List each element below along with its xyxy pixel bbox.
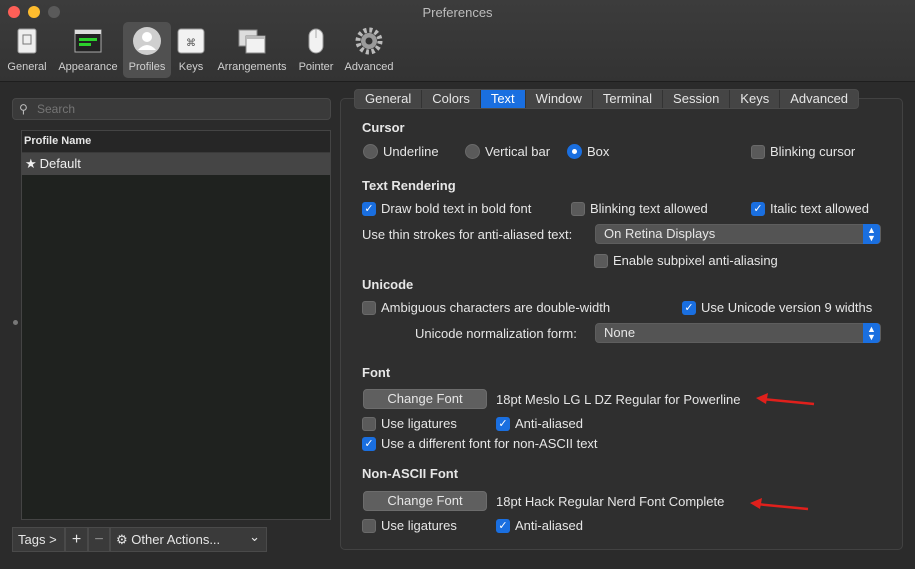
checkbox-label: Draw bold text in bold font — [381, 201, 532, 216]
cursor-underline-radio[interactable]: Underline — [363, 144, 439, 159]
checkbox-label: Blinking text allowed — [590, 201, 708, 216]
keys-icon: ⌘ — [177, 28, 205, 54]
non-ascii-anti-aliased-checkbox[interactable]: ✓ Anti-aliased — [496, 518, 583, 533]
remove-profile-button[interactable]: − — [88, 527, 110, 552]
toolbar-pointer[interactable]: Pointer — [295, 22, 337, 78]
add-profile-button[interactable]: + — [65, 527, 88, 552]
font-section-title: Font — [362, 365, 391, 380]
profile-search[interactable]: ⚲ — [12, 98, 331, 120]
tab-terminal[interactable]: Terminal — [593, 90, 664, 108]
mouse-icon — [308, 28, 324, 54]
stepper-icon: ▲ ▼ — [863, 323, 880, 343]
toolbar-profiles-label: Profiles — [128, 61, 166, 73]
search-icon: ⚲ — [19, 102, 28, 116]
svg-text:⌘: ⌘ — [186, 38, 196, 49]
toolbar-keys-label: Keys — [178, 61, 204, 73]
tab-window[interactable]: Window — [526, 90, 593, 108]
change-font-button[interactable]: Change Font — [363, 389, 487, 409]
font-value: 18pt Meslo LG L DZ Regular for Powerline — [496, 392, 741, 407]
toolbar-advanced-label: Advanced — [344, 61, 394, 73]
other-actions-label: Other Actions... — [131, 532, 221, 547]
anti-aliased-checkbox[interactable]: ✓ Anti-aliased — [496, 416, 583, 431]
tab-session[interactable]: Session — [663, 90, 731, 108]
toolbar-appearance[interactable]: Appearance — [54, 22, 122, 78]
blinking-cursor-checkbox[interactable]: Blinking cursor — [751, 144, 855, 159]
tab-text[interactable]: Text — [480, 90, 526, 108]
select-value: On Retina Displays — [604, 226, 716, 241]
toolbar-advanced[interactable]: Advanced — [341, 22, 397, 78]
checkbox-label: Use Unicode version 9 widths — [701, 300, 873, 315]
checkbox-label: Anti-aliased — [515, 416, 583, 431]
star-icon: ★ — [25, 156, 37, 171]
tab-general[interactable]: General — [355, 90, 423, 108]
non-ascii-use-ligatures-checkbox[interactable]: Use ligatures — [362, 518, 457, 533]
profile-list[interactable]: Profile Name ★ Default — [21, 130, 331, 520]
text-rendering-section-title: Text Rendering — [362, 178, 456, 193]
general-icon — [17, 28, 37, 54]
radio-label: Box — [587, 144, 610, 159]
cursor-vertical-bar-radio[interactable]: Vertical bar — [465, 144, 550, 159]
toolbar-pointer-label: Pointer — [298, 61, 334, 73]
list-item[interactable]: ★ Default — [22, 153, 330, 175]
bold-font-checkbox[interactable]: ✓ Draw bold text in bold font — [362, 201, 531, 216]
toolbar-keys[interactable]: ⌘ Keys — [174, 22, 208, 78]
thin-strokes-label: Use thin strokes for anti-aliased text: — [362, 227, 573, 242]
checkbox-label: Enable subpixel anti-aliasing — [613, 253, 778, 268]
checkbox-label: Use ligatures — [381, 518, 457, 533]
toolbar-general-label: General — [7, 61, 47, 73]
toolbar-appearance-label: Appearance — [58, 61, 118, 73]
profile-list-header[interactable]: Profile Name — [22, 131, 330, 153]
checkbox-label: Blinking cursor — [770, 144, 856, 159]
arrangements-icon — [238, 29, 266, 54]
checkbox-label: Anti-aliased — [515, 518, 583, 533]
split-view-handle[interactable] — [13, 320, 18, 325]
thin-strokes-select[interactable]: On Retina Displays ▲ ▼ — [595, 224, 881, 244]
gear-icon: ⚙ — [116, 532, 128, 547]
toolbar-general[interactable]: General — [4, 22, 50, 78]
ambiguous-width-checkbox[interactable]: Ambiguous characters are double-width — [362, 300, 610, 315]
cursor-section-title: Cursor — [362, 120, 405, 135]
use-ligatures-checkbox[interactable]: Use ligatures — [362, 416, 457, 431]
change-non-ascii-font-button[interactable]: Change Font — [363, 491, 487, 511]
toolbar-arrangements[interactable]: Arrangements — [212, 22, 292, 78]
window-title: Preferences — [422, 5, 493, 20]
profiles-icon — [133, 27, 161, 55]
toolbar-arrangements-label: Arrangements — [217, 61, 287, 73]
checkbox-label: Use a different font for non-ASCII text — [381, 436, 598, 451]
profile-tabs: General Colors Text Window Terminal Sess… — [354, 89, 860, 109]
italic-text-checkbox[interactable]: ✓ Italic text allowed — [751, 201, 869, 216]
checkbox-label: Ambiguous characters are double-width — [381, 300, 611, 315]
profile-name: Default — [39, 156, 81, 171]
annotation-arrow-icon — [750, 498, 809, 511]
unicode-normalization-label: Unicode normalization form: — [415, 326, 577, 341]
tab-keys[interactable]: Keys — [730, 90, 781, 108]
search-input[interactable] — [37, 101, 317, 117]
unicode-9-widths-checkbox[interactable]: ✓ Use Unicode version 9 widths — [682, 300, 872, 315]
other-actions-button[interactable]: ⚙ Other Actions... ⌄ — [110, 527, 267, 552]
tab-colors[interactable]: Colors — [422, 90, 481, 108]
stepper-icon: ▲ ▼ — [863, 224, 880, 244]
chevron-down-icon: ⌄ — [249, 529, 260, 544]
non-ascii-font-checkbox[interactable]: ✓ Use a different font for non-ASCII text — [362, 436, 598, 451]
select-value: None — [604, 325, 636, 340]
annotation-arrow-icon — [756, 393, 815, 406]
checkbox-label: Italic text allowed — [770, 201, 869, 216]
non-ascii-font-section-title: Non-ASCII Font — [362, 466, 459, 481]
non-ascii-font-value: 18pt Hack Regular Nerd Font Complete — [496, 494, 725, 509]
gear-icon — [355, 27, 383, 55]
unicode-normalization-select[interactable]: None ▲ ▼ — [595, 323, 881, 343]
radio-label: Underline — [383, 144, 439, 159]
radio-label: Vertical bar — [485, 144, 551, 159]
appearance-icon — [74, 29, 102, 53]
cursor-box-radio[interactable]: Box — [567, 144, 609, 159]
tags-button[interactable]: Tags > — [12, 527, 65, 552]
unicode-section-title: Unicode — [362, 277, 414, 292]
tab-advanced[interactable]: Advanced — [780, 90, 858, 108]
toolbar-profiles[interactable]: Profiles — [123, 22, 171, 78]
blinking-text-checkbox[interactable]: Blinking text allowed — [571, 201, 708, 216]
title-bar: Preferences General Appearance Profiles … — [0, 0, 915, 82]
subpixel-antialiasing-checkbox[interactable]: Enable subpixel anti-aliasing — [594, 253, 778, 268]
checkbox-label: Use ligatures — [381, 416, 457, 431]
